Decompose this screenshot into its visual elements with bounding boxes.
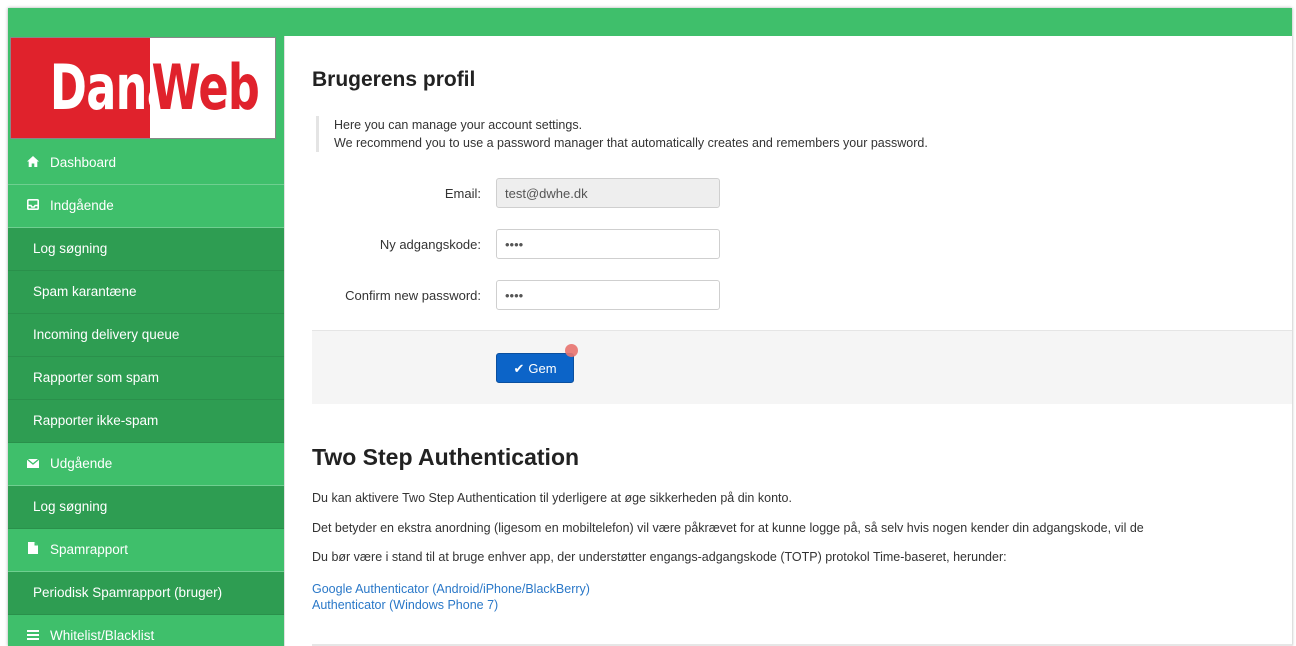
file-icon bbox=[26, 529, 40, 571]
form-actions: ✔ Gem bbox=[312, 330, 1292, 404]
info-note: Here you can manage your account setting… bbox=[316, 116, 1292, 152]
sidebar-item-spamrapport[interactable]: Spamrapport bbox=[8, 529, 284, 572]
sidebar-item-label: Spam karantæne bbox=[33, 284, 137, 299]
sidebar-item-label: Spamrapport bbox=[50, 542, 129, 557]
google-authenticator-link[interactable]: Google Authenticator (Android/iPhone/Bla… bbox=[312, 582, 590, 596]
new-password-label: Ny adgangskode: bbox=[379, 237, 481, 252]
sidebar-item-dashboard[interactable]: Dashboard bbox=[8, 142, 284, 185]
check-icon: ✔ bbox=[513, 361, 525, 376]
sidebar-item-label: Log søgning bbox=[33, 241, 108, 256]
sidebar: Dana Web Dashboard Indgående Log søgning… bbox=[8, 36, 285, 646]
app-frame: Dana Web Dashboard Indgående Log søgning… bbox=[8, 8, 1292, 646]
sidebar-item-label: Indgående bbox=[50, 198, 114, 213]
email-field[interactable]: test@dwhe.dk bbox=[496, 178, 720, 208]
sidebar-item-log-soegning-out[interactable]: Log søgning bbox=[8, 486, 284, 529]
email-label: Email: bbox=[444, 186, 481, 201]
home-icon bbox=[26, 142, 40, 184]
sidebar-item-label: Periodisk Spamrapport (bruger) bbox=[33, 585, 223, 600]
sidebar-item-label: Incoming delivery queue bbox=[33, 327, 180, 342]
new-password-row: Ny adgangskode: •••• bbox=[312, 229, 1272, 261]
two-step-paragraph: Du kan aktivere Two Step Authentication … bbox=[312, 491, 792, 505]
sidebar-item-label: Whitelist/Blacklist bbox=[50, 628, 155, 643]
list-icon bbox=[26, 615, 40, 646]
sidebar-item-log-soegning-in[interactable]: Log søgning bbox=[8, 228, 284, 271]
sidebar-item-label: Rapporter ikke-spam bbox=[33, 413, 159, 428]
logo-text-dana: Dana bbox=[49, 51, 177, 124]
logo-text-web: Web bbox=[151, 51, 260, 124]
sidebar-item-label: Dashboard bbox=[50, 155, 117, 170]
sidebar-item-whitelist-blacklist[interactable]: Whitelist/Blacklist bbox=[8, 615, 284, 646]
email-row: Email: test@dwhe.dk bbox=[312, 178, 1272, 210]
confirm-password-label: Confirm new password: bbox=[345, 288, 481, 303]
windows-authenticator-link[interactable]: Authenticator (Windows Phone 7) bbox=[312, 598, 498, 612]
sidebar-item-label: Log søgning bbox=[33, 499, 108, 514]
sidebar-item-indgaende[interactable]: Indgående bbox=[8, 185, 284, 228]
confirm-password-field[interactable]: •••• bbox=[496, 280, 720, 310]
two-step-title: Two Step Authentication bbox=[312, 444, 580, 470]
click-indicator bbox=[565, 344, 578, 357]
danaweb-logo[interactable]: Dana Web bbox=[10, 37, 276, 139]
sidebar-item-rapporter-ikke-spam[interactable]: Rapporter ikke-spam bbox=[8, 400, 284, 443]
main-content: Brugerens profil Here you can manage you… bbox=[312, 36, 1292, 646]
sidebar-nav: Dashboard Indgående Log søgning Spam kar… bbox=[8, 142, 284, 646]
sidebar-item-label: Rapporter som spam bbox=[33, 370, 160, 385]
sidebar-item-incoming-delivery-queue[interactable]: Incoming delivery queue bbox=[8, 314, 284, 357]
sidebar-item-label: Udgående bbox=[50, 456, 113, 471]
envelope-icon bbox=[26, 443, 40, 485]
save-button[interactable]: ✔ Gem bbox=[496, 353, 574, 383]
two-step-paragraph: Det betyder en ekstra anordning (ligesom… bbox=[312, 521, 1144, 535]
sidebar-item-periodisk-spamrapport[interactable]: Periodisk Spamrapport (bruger) bbox=[8, 572, 284, 615]
sidebar-item-spam-karantaene[interactable]: Spam karantæne bbox=[8, 271, 284, 314]
save-button-label: Gem bbox=[528, 361, 557, 376]
new-password-field[interactable]: •••• bbox=[496, 229, 720, 259]
top-bar bbox=[8, 8, 1292, 36]
inbox-icon bbox=[26, 185, 40, 227]
two-step-paragraph: Du bør være i stand til at bruge enhver … bbox=[312, 550, 1007, 564]
confirm-password-row: Confirm new password: •••• bbox=[312, 280, 1272, 312]
page-title: Brugerens profil bbox=[312, 68, 476, 91]
note-line: Here you can manage your account setting… bbox=[334, 118, 583, 132]
sidebar-item-udgaende[interactable]: Udgående bbox=[8, 443, 284, 486]
sidebar-item-rapporter-som-spam[interactable]: Rapporter som spam bbox=[8, 357, 284, 400]
note-line: We recommend you to use a password manag… bbox=[334, 136, 928, 150]
